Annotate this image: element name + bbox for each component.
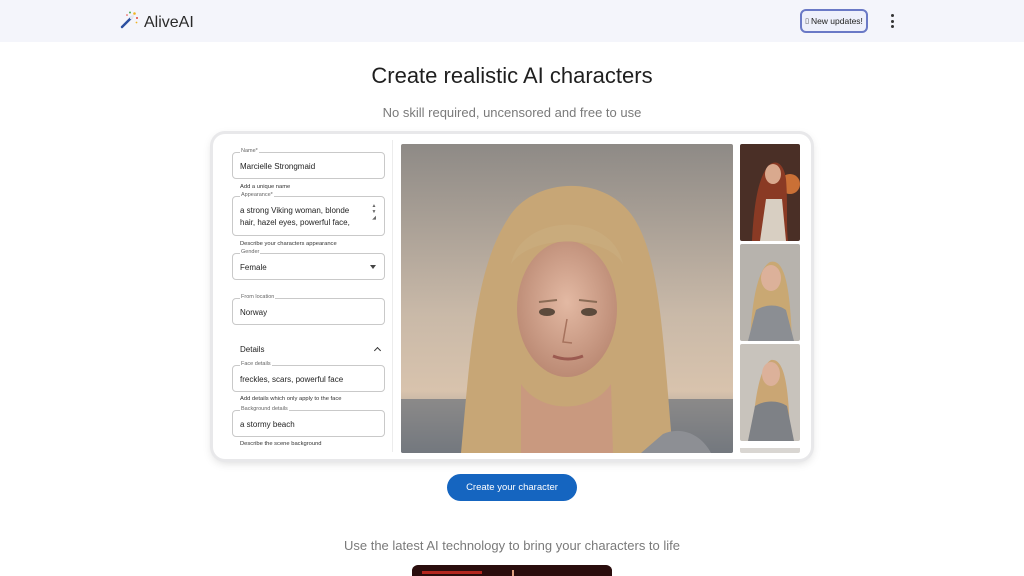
character-form: Name* Marcielle Strongmaid Add a unique … bbox=[219, 140, 393, 452]
character-thumbnail[interactable] bbox=[740, 344, 800, 441]
face-details-field[interactable]: Face details freckles, scars, powerful f… bbox=[232, 361, 385, 392]
new-updates-label: New updates! bbox=[810, 16, 863, 26]
face-details-value: freckles, scars, powerful face bbox=[240, 375, 344, 384]
dropdown-caret-icon bbox=[370, 265, 376, 269]
name-value: Marcielle Strongmaid bbox=[240, 162, 316, 171]
sparkle-icon: ▯ bbox=[805, 18, 809, 25]
appearance-value: a strong Viking woman, blonde hair, haze… bbox=[240, 206, 350, 227]
page-title: Create realistic AI characters bbox=[371, 63, 653, 88]
details-toggle[interactable]: Details bbox=[240, 345, 382, 359]
character-thumbnail[interactable] bbox=[740, 444, 800, 453]
more-options-icon[interactable] bbox=[886, 14, 898, 28]
top-navigation-bar: AliveAI ▯ New updates! bbox=[0, 0, 1024, 42]
face-details-label: Face details bbox=[240, 361, 272, 367]
name-helper: Add a unique name bbox=[240, 184, 291, 190]
name-label: Name* bbox=[240, 148, 259, 154]
background-details-value: a stormy beach bbox=[240, 420, 295, 429]
brand-name: AliveAI bbox=[144, 13, 194, 31]
new-updates-button[interactable]: ▯ New updates! bbox=[800, 9, 868, 33]
appearance-field[interactable]: Appearance* a strong Viking woman, blond… bbox=[232, 192, 385, 236]
gender-value: Female bbox=[240, 263, 267, 272]
face-details-helper: Add details which only apply to the face bbox=[240, 396, 342, 402]
brand-logo[interactable]: AliveAI bbox=[119, 10, 194, 35]
gender-label: Gender bbox=[240, 249, 261, 255]
background-details-field[interactable]: Background details a stormy beach bbox=[232, 406, 385, 437]
location-label: From location bbox=[240, 294, 276, 300]
character-thumbnail[interactable] bbox=[740, 244, 800, 341]
showcase-video-thumbnail[interactable] bbox=[412, 565, 612, 576]
textarea-scroll-icon[interactable]: ▲ ▼ ◢ bbox=[370, 203, 378, 221]
location-value: Norway bbox=[240, 308, 268, 317]
character-thumbnail[interactable] bbox=[740, 144, 800, 241]
chevron-up-icon bbox=[373, 346, 382, 355]
page-subtitle: No skill required, uncensored and free t… bbox=[382, 105, 642, 120]
demo-preview-card: Name* Marcielle Strongmaid Add a unique … bbox=[213, 134, 811, 459]
magic-wand-icon bbox=[119, 10, 139, 35]
details-label: Details bbox=[240, 345, 265, 354]
create-character-button[interactable]: Create your character bbox=[447, 474, 577, 501]
appearance-label: Appearance* bbox=[240, 192, 274, 198]
appearance-helper: Describe your characters appearance bbox=[240, 241, 337, 247]
name-field[interactable]: Name* Marcielle Strongmaid bbox=[232, 148, 385, 179]
section-tagline: Use the latest AI technology to bring yo… bbox=[343, 538, 680, 553]
background-details-label: Background details bbox=[240, 406, 289, 412]
gender-select[interactable]: Gender Female bbox=[232, 249, 385, 280]
generated-character-image bbox=[401, 144, 733, 453]
background-details-helper: Describe the scene background bbox=[240, 441, 322, 447]
location-field[interactable]: From location Norway bbox=[232, 294, 385, 325]
